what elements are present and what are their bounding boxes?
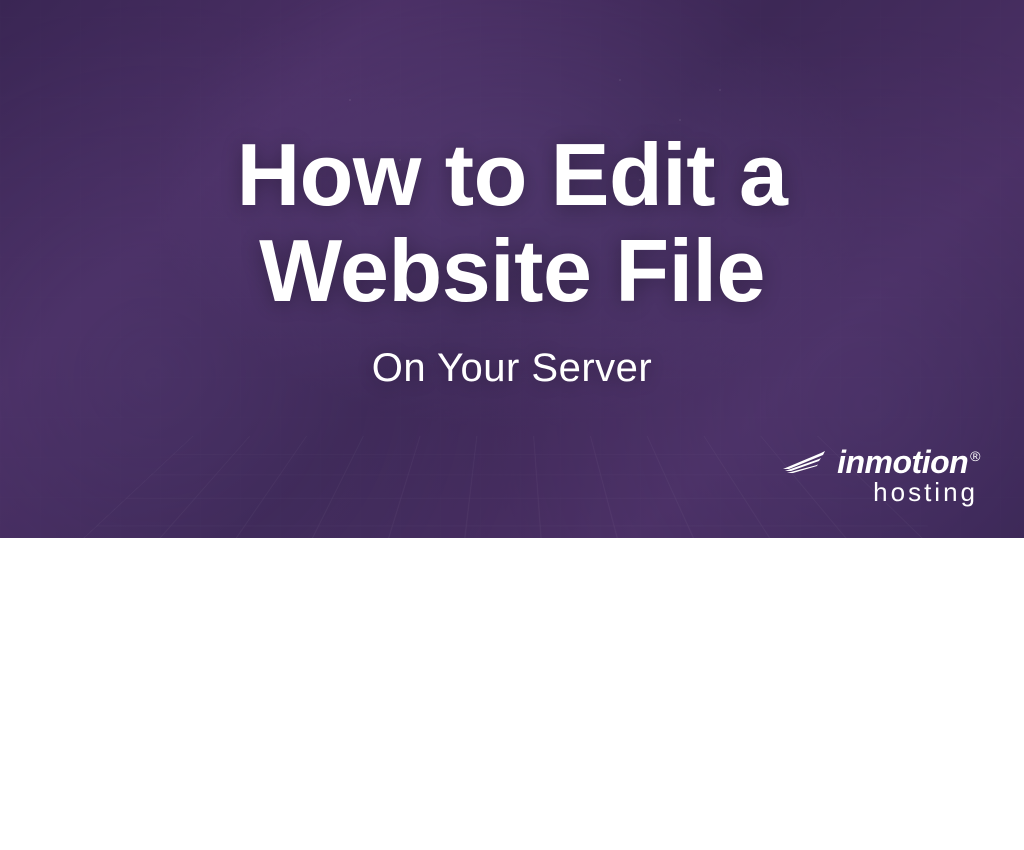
swoosh-icon [781,447,829,478]
title-line-2: Website File [259,221,765,320]
title-block: How to Edit a Website File On Your Serve… [237,127,788,390]
subtitle: On Your Server [237,346,788,391]
logo-brand-text: inmotion® [837,444,980,481]
logo-row: inmotion® [781,444,980,481]
brand-logo: inmotion® hosting [781,444,980,508]
hero-banner: How to Edit a Website File On Your Serve… [0,0,1024,538]
logo-sub-text: hosting [873,477,978,508]
main-title: How to Edit a Website File [237,127,788,317]
logo-registered-mark: ® [970,448,980,464]
logo-brand-word: inmotion [837,444,968,480]
title-line-1: How to Edit a [237,125,788,224]
